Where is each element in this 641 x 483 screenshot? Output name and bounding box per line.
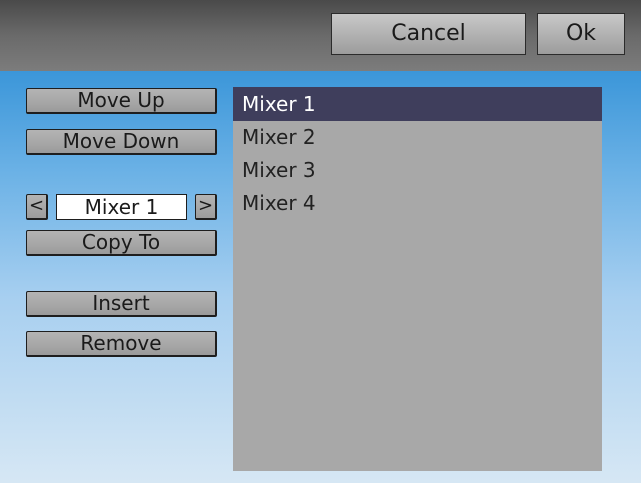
mixer-list[interactable]: Mixer 1 Mixer 2 Mixer 3 Mixer 4 (233, 87, 602, 471)
list-item[interactable]: Mixer 4 (233, 186, 602, 220)
top-bar: Cancel Ok (0, 0, 641, 71)
list-item[interactable]: Mixer 1 (233, 87, 602, 121)
cancel-button[interactable]: Cancel (331, 13, 526, 55)
list-item[interactable]: Mixer 3 (233, 153, 602, 187)
next-arrow-button[interactable]: > (195, 194, 217, 220)
move-down-button[interactable]: Move Down (26, 129, 217, 155)
copy-to-button[interactable]: Copy To (26, 230, 217, 256)
move-up-button[interactable]: Move Up (26, 88, 217, 114)
list-item[interactable]: Mixer 2 (233, 120, 602, 154)
prev-arrow-button[interactable]: < (26, 194, 48, 220)
mixer-selector: < Mixer 1 > (26, 194, 217, 220)
mixer-selector-value[interactable]: Mixer 1 (56, 194, 187, 220)
remove-button[interactable]: Remove (26, 331, 217, 357)
ok-button[interactable]: Ok (537, 13, 625, 55)
insert-button[interactable]: Insert (26, 291, 217, 317)
